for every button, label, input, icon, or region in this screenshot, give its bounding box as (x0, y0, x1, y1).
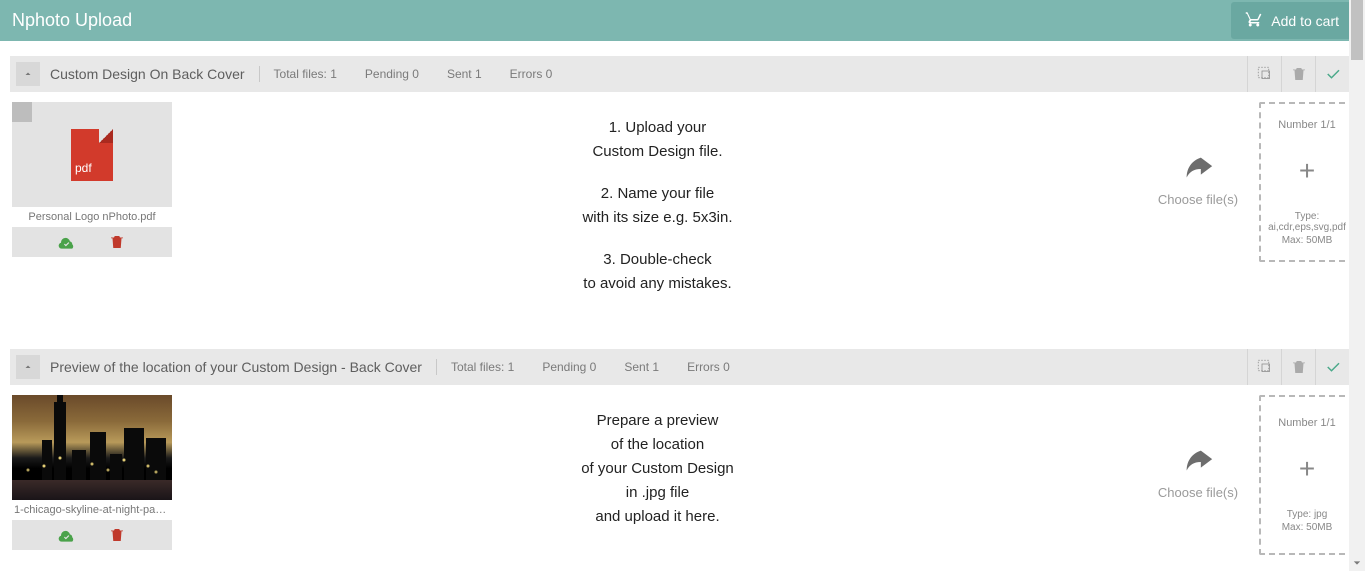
check-icon (1324, 358, 1342, 376)
top-bar: Nphoto Upload Add to cart (0, 0, 1365, 41)
section-actions (1247, 56, 1349, 92)
trash-icon (108, 233, 126, 251)
app-title: Nphoto Upload (12, 10, 132, 31)
share-arrow-icon (1181, 445, 1215, 479)
instruction-line: Prepare a preview of the location of you… (581, 409, 734, 529)
confirm-button[interactable] (1315, 349, 1349, 385)
stat-errors: Errors 0 (496, 67, 567, 81)
add-to-cart-label: Add to cart (1271, 13, 1339, 29)
cloud-check-icon (58, 233, 76, 251)
section-body: pdf Personal Logo nPhoto.pdf 1. Upload y… (10, 92, 1355, 334)
confirm-button[interactable] (1315, 56, 1349, 92)
stat-sent: Sent 1 (433, 67, 496, 81)
section-actions (1247, 349, 1349, 385)
page-scrollbar[interactable] (1349, 0, 1365, 571)
delete-all-button[interactable] (1281, 349, 1315, 385)
upload-success-button[interactable] (58, 233, 76, 251)
scroll-down-arrow-icon (1349, 555, 1365, 571)
section-title: Custom Design On Back Cover (50, 66, 260, 82)
collapse-toggle[interactable] (16, 62, 40, 86)
instruction-line: 3. Double-check to avoid any mistakes. (582, 248, 732, 296)
upload-tile: 1-chicago-skyline-at-night-paul-velg... (12, 395, 172, 550)
dropzone-count: Number 1/1 (1278, 119, 1335, 131)
dropzone-type-value: ai,cdr,eps,svg,pdf (1268, 222, 1346, 233)
thumbnail[interactable] (12, 395, 172, 500)
tile-checkbox[interactable] (12, 102, 32, 122)
collapse-toggle[interactable] (16, 355, 40, 379)
stat-errors: Errors 0 (673, 360, 744, 374)
share-arrow-icon (1181, 152, 1215, 186)
pdf-file-icon: pdf (71, 129, 113, 181)
choose-files-label: Choose file(s) (1158, 192, 1238, 207)
trash-icon (108, 526, 126, 544)
section-header: Preview of the location of your Custom D… (10, 349, 1355, 385)
section-title: Preview of the location of your Custom D… (50, 359, 437, 375)
stat-pending: Pending 0 (528, 360, 610, 374)
instructions-text: Prepare a preview of the location of you… (581, 395, 734, 529)
chevron-up-icon (22, 361, 34, 373)
stat-total: Total files: 1 (437, 360, 528, 374)
trash-icon (1290, 358, 1308, 376)
cart-icon (1245, 10, 1263, 31)
plus-icon: + (1299, 455, 1315, 483)
upload-section-design: Custom Design On Back Cover Total files:… (10, 56, 1355, 334)
scrollbar-thumb[interactable] (1351, 0, 1363, 60)
dropzone-max: Max: 50MB (1282, 522, 1333, 533)
dropzone-max: Max: 50MB (1282, 235, 1333, 246)
section-body: 1-chicago-skyline-at-night-paul-velg... … (10, 385, 1355, 575)
choose-files-button[interactable]: Choose file(s) (1143, 102, 1253, 207)
thumbnail[interactable]: pdf (12, 102, 172, 207)
select-all-icon (1256, 65, 1274, 83)
dropzone[interactable]: Number 1/1 + Type: ai,cdr,eps,svg,pdf Ma… (1259, 102, 1355, 262)
check-icon (1324, 65, 1342, 83)
dropzone-type-label: Type: (1295, 211, 1319, 222)
instruction-line: 2. Name your file with its size e.g. 5x3… (582, 182, 732, 230)
upload-section-preview: Preview of the location of your Custom D… (10, 349, 1355, 575)
add-to-cart-button[interactable]: Add to cart (1231, 2, 1353, 39)
stat-pending: Pending 0 (351, 67, 433, 81)
dropzone-type-label: Type: jpg (1287, 509, 1328, 520)
instructions-column: 1. Upload your Custom Design file. 2. Na… (172, 102, 1143, 314)
cloud-check-icon (58, 526, 76, 544)
stat-total: Total files: 1 (260, 67, 351, 81)
chevron-up-icon (22, 68, 34, 80)
file-name: 1-chicago-skyline-at-night-paul-velg... (12, 500, 172, 520)
tile-actions (12, 227, 172, 257)
plus-icon: + (1299, 157, 1315, 185)
select-all-button[interactable] (1247, 56, 1281, 92)
choose-files-label: Choose file(s) (1158, 485, 1238, 500)
stat-sent: Sent 1 (610, 360, 673, 374)
tile-actions (12, 520, 172, 550)
image-preview (12, 395, 172, 500)
dropzone-count: Number 1/1 (1278, 417, 1335, 429)
pdf-ext-label: pdf (75, 161, 92, 175)
delete-file-button[interactable] (108, 233, 126, 251)
file-name: Personal Logo nPhoto.pdf (12, 207, 172, 227)
select-all-button[interactable] (1247, 349, 1281, 385)
delete-file-button[interactable] (108, 526, 126, 544)
select-all-icon (1256, 358, 1274, 376)
choose-files-button[interactable]: Choose file(s) (1143, 395, 1253, 500)
delete-all-button[interactable] (1281, 56, 1315, 92)
section-header: Custom Design On Back Cover Total files:… (10, 56, 1355, 92)
instructions-text: 1. Upload your Custom Design file. 2. Na… (582, 102, 732, 314)
upload-tile: pdf Personal Logo nPhoto.pdf (12, 102, 172, 257)
upload-success-button[interactable] (58, 526, 76, 544)
instruction-line: 1. Upload your Custom Design file. (582, 116, 732, 164)
dropzone[interactable]: Number 1/1 + Type: jpg Max: 50MB (1259, 395, 1355, 555)
trash-icon (1290, 65, 1308, 83)
instructions-column: Prepare a preview of the location of you… (172, 395, 1143, 529)
